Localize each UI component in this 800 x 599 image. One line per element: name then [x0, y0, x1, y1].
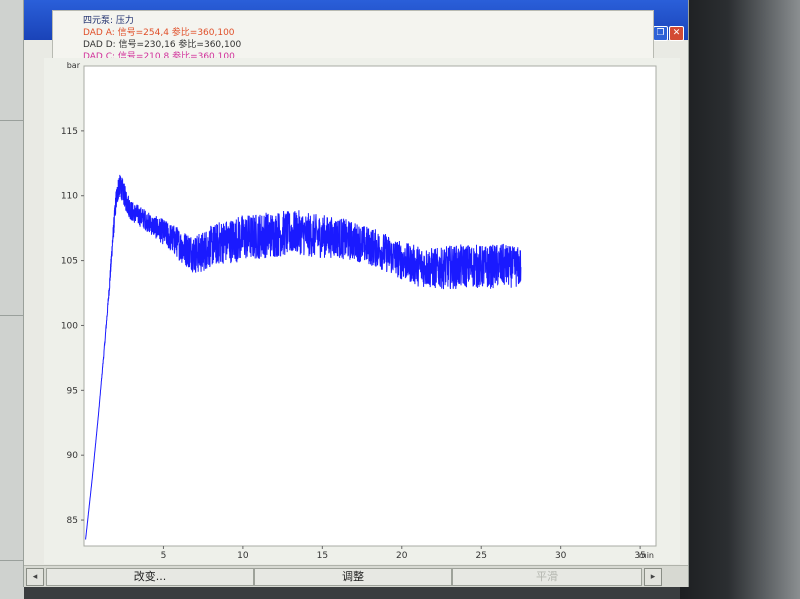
y-axis-unit: bar — [67, 61, 81, 70]
bottom-button-bar: ◂ 改变... 调整 平滑 ▸ — [24, 565, 688, 587]
edge-line — [0, 560, 24, 561]
x-tick-label: 20 — [396, 551, 408, 561]
close-button[interactable]: ✕ — [669, 26, 684, 41]
change-button[interactable]: 改变... — [46, 568, 254, 586]
y-tick-label: 100 — [61, 321, 78, 331]
scroll-right-button[interactable]: ▸ — [644, 568, 662, 586]
x-tick-label: 5 — [161, 551, 167, 561]
monitor-bezel — [680, 0, 800, 599]
x-tick-label: 10 — [237, 551, 249, 561]
signal-window: _ ❐ ✕ 四元泵: 压力 DAD A: 信号=254,4 参比=360,100… — [24, 0, 688, 587]
y-tick-label: 110 — [61, 192, 78, 202]
desktop-left-edge — [0, 0, 24, 599]
scroll-left-button[interactable]: ◂ — [26, 568, 44, 586]
x-tick-label: 25 — [475, 551, 486, 561]
restore-button[interactable]: ❐ — [653, 26, 668, 41]
y-tick-label: 85 — [67, 516, 78, 526]
edge-line — [0, 315, 24, 316]
y-tick-label: 105 — [61, 257, 78, 267]
x-tick-label: 30 — [555, 551, 567, 561]
plot-area — [83, 65, 657, 547]
x-tick-label: 15 — [317, 551, 328, 561]
y-tick-label: 95 — [67, 386, 78, 396]
y-tick-label: 90 — [67, 451, 79, 461]
pressure-chart[interactable]: 85 90 95 100 105 110 115 5 10 15 20 25 30 35 bar min — [44, 58, 680, 564]
smooth-button: 平滑 — [452, 568, 642, 586]
edge-line — [0, 120, 24, 121]
adjust-button[interactable]: 调整 — [254, 568, 452, 586]
y-tick-label: 115 — [61, 127, 78, 137]
x-axis-unit: min — [639, 551, 654, 560]
pressure-chart-svg: 8590951001051101155 10 15 20 25 30 35barmin — [61, 61, 657, 561]
